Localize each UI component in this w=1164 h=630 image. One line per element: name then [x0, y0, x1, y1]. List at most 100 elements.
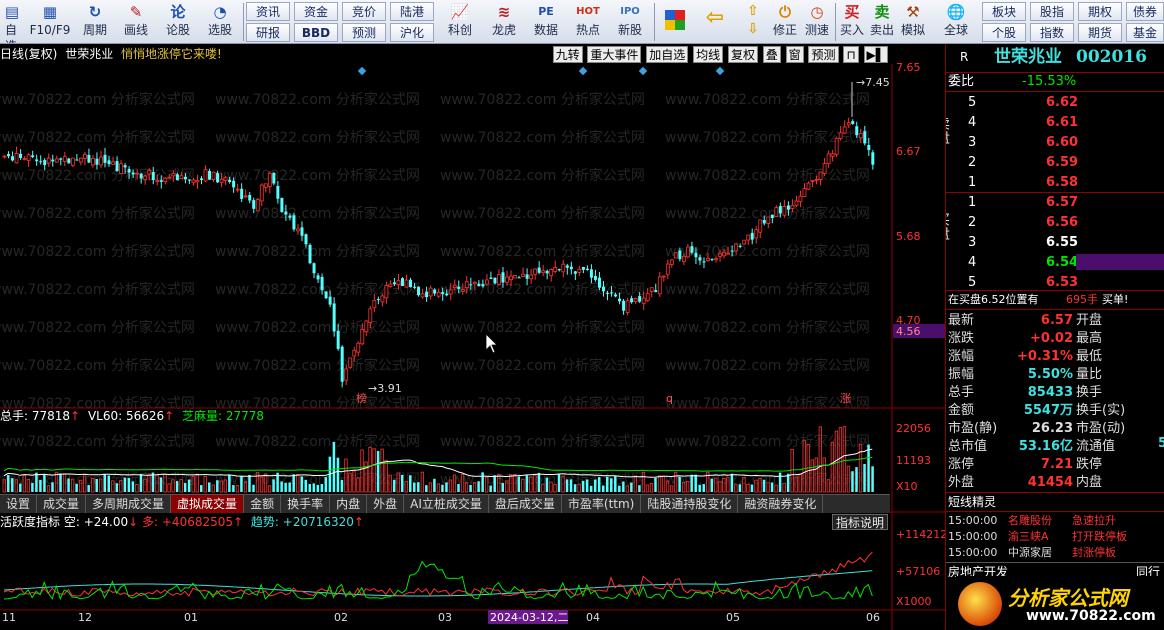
fix-button[interactable]: ⏻ 修正 — [770, 2, 800, 42]
candle-body — [722, 251, 726, 257]
menu-item-moving-average[interactable]: 均线 — [693, 46, 724, 63]
chart-area[interactable]: www.70822.com 分析家公式网 www.70822.com 分析家公式网… — [0, 44, 945, 630]
news-button[interactable]: 资讯 — [246, 2, 290, 21]
options-button[interactable]: 期权 — [1078, 2, 1122, 21]
buy-order-row[interactable]: 3 6.55 — [946, 234, 1164, 252]
period-label[interactable]: 日线(复权) — [0, 47, 57, 61]
auction-button[interactable]: 竞价 — [342, 2, 386, 21]
tab-virtual-volume[interactable]: 虚拟成交量 — [171, 495, 245, 513]
hammer-icon: ⚒ — [906, 3, 920, 21]
dragon-tiger-button[interactable]: ≋ 龙虎 — [484, 2, 524, 42]
futures-button[interactable]: 期货 — [1078, 23, 1122, 42]
hk-connect-button[interactable]: 陆港 — [390, 2, 434, 21]
volume-bar — [762, 479, 766, 492]
research-button[interactable]: 研报 — [246, 23, 290, 42]
event-marker[interactable]: 涨 — [840, 392, 851, 405]
event-marker[interactable]: 榜 — [356, 391, 367, 405]
simulate-button[interactable]: ⚒ 模拟 — [898, 2, 928, 42]
ipo-icon: IPO — [620, 6, 640, 17]
spirit-row[interactable]: 15:00:00 中源家居 封涨停板 — [946, 544, 1164, 562]
sell-order-row[interactable]: 3 6.60 — [946, 134, 1164, 152]
draw-line-button[interactable]: ✎ 画线 — [118, 2, 154, 42]
back-button[interactable]: ⇦ — [700, 2, 730, 42]
speed-test-button[interactable]: ◷ 测速 — [802, 2, 832, 42]
global-button[interactable]: 🌐 全球 — [936, 2, 976, 42]
tab-ai-volume[interactable]: AI立桩成交量 — [404, 495, 489, 513]
capital-button[interactable]: 资金 — [294, 2, 338, 21]
volume-bar — [312, 483, 316, 492]
tab-amount[interactable]: 金额 — [244, 495, 282, 513]
tab-pe-ttm[interactable]: 市盈率(ttm) — [562, 495, 642, 513]
single-stock-button[interactable]: 个股 — [982, 23, 1026, 42]
stat-label: 最高 — [1076, 331, 1103, 346]
sell-order-row[interactable]: 2 6.59 — [946, 154, 1164, 172]
tab-turnover[interactable]: 换手率 — [281, 495, 331, 513]
tab-after-hours-volume[interactable]: 盘后成交量 — [489, 495, 562, 513]
sell-order-row[interactable]: 4 6.61 — [946, 114, 1164, 132]
tab-hk-connect-holdings[interactable]: 陆股通持股变化 — [641, 495, 739, 513]
menu-item-overlay[interactable]: 叠 — [762, 46, 781, 63]
lock-icon[interactable]: ⊓ — [843, 46, 859, 63]
candle-body — [131, 172, 135, 175]
hotspot-button[interactable]: HOT 热点 — [568, 2, 608, 42]
tab-inner[interactable]: 内盘 — [330, 495, 368, 513]
dragon-icon: ≋ — [497, 3, 511, 21]
discuss-button[interactable]: 论 论股 — [160, 2, 196, 42]
bond-button[interactable]: 债券 — [1126, 2, 1164, 21]
period-button[interactable]: ↻ 周期 — [74, 2, 116, 42]
candle-body — [501, 272, 505, 283]
tab-outer[interactable]: 外盘 — [367, 495, 405, 513]
menu-item-adjust[interactable]: 复权 — [727, 46, 758, 63]
tab-margin-trading[interactable]: 融资融券变化 — [738, 495, 824, 513]
candle-body — [834, 137, 839, 155]
index-button[interactable]: 指数 — [1030, 23, 1074, 42]
forecast-button[interactable]: 预测 — [342, 23, 386, 42]
candle-body — [360, 329, 365, 345]
indicator-help-button[interactable]: 指标说明 — [832, 514, 889, 530]
volume-bar — [618, 485, 621, 492]
watchlist-button[interactable]: ▤ 自选 — [0, 2, 22, 43]
bbd-button[interactable]: BBD — [294, 23, 338, 42]
fund-button[interactable]: 基金 — [1126, 23, 1164, 42]
menu-item-forecast[interactable]: 预测 — [808, 46, 839, 63]
data-button[interactable]: PE 数据 — [526, 2, 566, 42]
stock-index-button[interactable]: 股指 — [1030, 2, 1074, 21]
ipo-button[interactable]: IPO 新股 — [610, 2, 650, 42]
tab-settings[interactable]: 设置 — [0, 495, 38, 513]
tab-volume[interactable]: 成交量 — [37, 495, 87, 513]
menu-item-jiuzhuan[interactable]: 九转 — [552, 46, 583, 63]
color-scheme-button[interactable] — [660, 2, 690, 42]
menu-item-window[interactable]: 窗 — [785, 46, 804, 63]
event-marker[interactable]: q — [666, 392, 673, 405]
sector-button[interactable]: 板块 — [982, 2, 1026, 21]
page-up-down-button[interactable]: ⇧ ⇩ — [738, 2, 768, 42]
chart-canvas[interactable]: www.70822.com 分析家公式网 www.70822.com 分析家公式网… — [0, 44, 945, 630]
volume-bar — [208, 482, 211, 492]
menu-item-add-watchlist[interactable]: 加自选 — [646, 46, 689, 63]
volume-bar — [690, 474, 693, 492]
buy-order-row[interactable]: 2 6.56 — [946, 214, 1164, 232]
stat-label: 总手 — [948, 385, 975, 400]
candle-body — [187, 179, 191, 181]
candle-body — [155, 180, 160, 183]
buy-button[interactable]: 买 买入 — [838, 2, 866, 42]
candle-body — [714, 258, 718, 261]
candle-body — [163, 177, 168, 182]
f10-button[interactable]: ▦ F10/F9 — [28, 2, 72, 42]
short-term-spirit-header[interactable]: 短线精灵 — [946, 492, 1164, 512]
spirit-time: 15:00:00 — [948, 546, 998, 559]
sell-order-row[interactable]: 5 6.62 — [946, 94, 1164, 112]
menu-item-major-events[interactable]: 重大事件 — [587, 46, 642, 63]
candle-body — [219, 178, 224, 183]
stock-picker-button[interactable]: ◔ 选股 — [202, 2, 238, 42]
sell-order-row[interactable]: 1 6.58 — [946, 174, 1164, 192]
volume-bar — [786, 473, 790, 492]
play-icon[interactable]: ▶▌ — [863, 46, 888, 63]
sell-button[interactable]: 卖 卖出 — [868, 2, 896, 42]
side-value: 5 — [1158, 436, 1164, 451]
tab-multi-period-volume[interactable]: 多周期成交量 — [86, 495, 172, 513]
star-market-button[interactable]: 📈 科创 — [440, 2, 480, 42]
buy-order-row[interactable]: 1 6.57 — [946, 194, 1164, 212]
sh-connect-button[interactable]: 沪化 — [390, 23, 434, 42]
volume-bar — [340, 479, 344, 492]
